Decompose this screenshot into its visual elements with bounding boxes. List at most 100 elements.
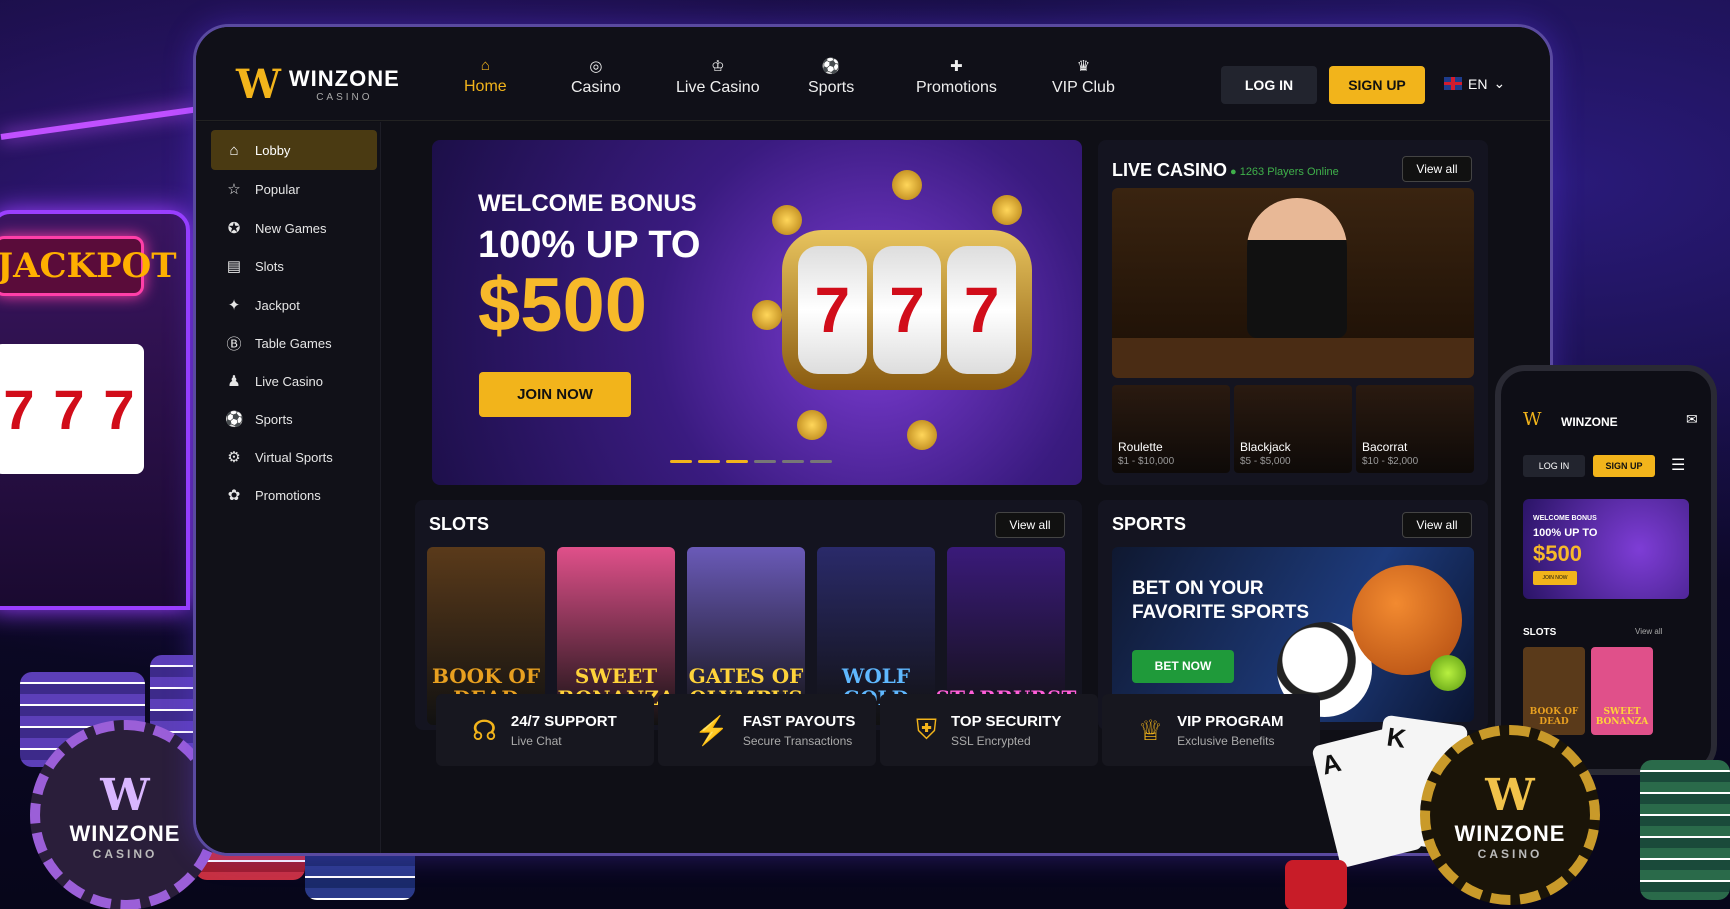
hero-line2: 100% UP TO	[478, 224, 701, 266]
tennis-ball-image	[1430, 655, 1466, 691]
hamburger-menu-icon[interactable]: ☰	[1671, 455, 1685, 475]
live-table-roulette[interactable]: Roulette $1 - $10,000	[1112, 385, 1230, 473]
sidebar-item-label: Jackpot	[255, 297, 300, 313]
carousel-dot[interactable]	[698, 460, 720, 463]
language-selector[interactable]: EN ⌄	[1444, 75, 1505, 92]
jackpot-sign: JACKPOT	[0, 236, 177, 296]
phone-hero-banner[interactable]: WELCOME BONUS 100% UP TO $500 JOIN NOW	[1523, 499, 1689, 599]
phone-logo: WINZONE	[1561, 415, 1618, 429]
language-label: EN	[1468, 75, 1488, 92]
carousel-dot[interactable]	[670, 460, 692, 463]
live-table-baccarat[interactable]: Bacorrat $10 - $2,000	[1356, 385, 1474, 473]
feature-title: TOP SECURITY	[951, 712, 1062, 730]
carousel-indicators	[670, 460, 832, 463]
sports-headline-line2: FAVORITE SPORTS	[1132, 602, 1310, 623]
hero-line1: WELCOME BONUS	[478, 190, 697, 217]
bet-now-button[interactable]: BET NOW	[1132, 650, 1234, 683]
nav-label: Live Casino	[676, 79, 760, 96]
star-icon: ☆	[227, 181, 241, 198]
nav-label: Promotions	[916, 79, 997, 96]
sidebar-item-label: Popular	[255, 181, 300, 197]
table-limit: $5 - $5,000	[1240, 456, 1291, 467]
chip-sub: CASINO	[1477, 846, 1543, 861]
sports-headline: BET ON YOUR FAVORITE SPORTS	[1132, 577, 1309, 625]
sidebar-item-label: New Games	[255, 220, 327, 236]
signup-button[interactable]: SIGN UP	[1329, 66, 1425, 104]
sidebar-item-jackpot[interactable]: ✦ Jackpot	[211, 285, 377, 325]
phone-mockup: W WINZONE ✉ LOG IN SIGN UP ☰ WELCOME BON…	[1495, 365, 1717, 775]
nav-sports[interactable]: ⚽ Sports	[808, 57, 854, 97]
phone-login-button[interactable]: LOG IN	[1523, 455, 1585, 477]
reel-symbol: 7	[53, 377, 85, 441]
phone-view-all[interactable]: View all	[1635, 627, 1662, 636]
sidebar-item-live-casino[interactable]: ♟ Live Casino	[211, 361, 377, 401]
phone-hero-line2: 100% UP TO	[1533, 527, 1598, 539]
table-games-icon: Ⓑ	[226, 335, 242, 353]
reel-symbol: 7	[798, 246, 867, 374]
sidebar-item-promotions[interactable]: ✿ Promotions	[211, 475, 377, 515]
slot-reels: 7 7 7	[0, 344, 144, 474]
nav-vip-club[interactable]: ♛ VIP Club	[1052, 57, 1115, 97]
uk-flag-icon	[1444, 77, 1462, 90]
lightning-icon: ⚡	[694, 714, 729, 746]
carousel-dot[interactable]	[810, 460, 832, 463]
nav-home[interactable]: ⌂ Home	[458, 57, 513, 146]
carousel-dot[interactable]	[754, 460, 776, 463]
login-button[interactable]: LOG IN	[1221, 66, 1317, 104]
winzone-chip-left: W WINZONE CASINO	[30, 720, 220, 909]
promotions-icon: ✿	[227, 487, 241, 504]
phone-slots-title: SLOTS	[1523, 627, 1557, 638]
sidebar-item-virtual-sports[interactable]: ⚙ Virtual Sports	[211, 437, 377, 477]
sidebar-item-popular[interactable]: ☆ Popular	[211, 169, 377, 209]
sidebar-item-slots[interactable]: ▤ Slots	[211, 246, 377, 286]
feature-payouts: ⚡ FAST PAYOUTS Secure Transactions	[658, 694, 876, 766]
section-title: LIVE CASINO	[1112, 160, 1228, 180]
live-table-blackjack[interactable]: Blackjack $5 - $5,000	[1234, 385, 1352, 473]
chip-sub: CASINO	[92, 846, 158, 861]
casino-chip-icon: ◎	[589, 58, 603, 75]
view-all-button[interactable]: View all	[1402, 156, 1472, 182]
feature-title: FAST PAYOUTS	[742, 712, 856, 730]
phone-hero-amount: $500	[1533, 541, 1582, 566]
phone-game-tile[interactable]: BOOK OF DEAD	[1523, 647, 1585, 735]
carousel-dot[interactable]	[726, 460, 748, 463]
nav-label: Home	[464, 78, 507, 95]
chevron-down-icon: ⌄	[1493, 75, 1506, 91]
phone-signup-button[interactable]: SIGN UP	[1593, 455, 1655, 477]
view-all-button[interactable]: View all	[995, 512, 1065, 538]
carousel-dot[interactable]	[782, 460, 804, 463]
gaming-table	[1112, 338, 1474, 378]
nav-label: Casino	[571, 79, 621, 96]
mail-icon[interactable]: ✉	[1686, 411, 1698, 428]
top-navigation: W WINZONE CASINO ⌂ Home ◎ Casino ♔ Live …	[196, 27, 1550, 146]
hero-amount: $500	[478, 263, 648, 348]
feature-subtitle: SSL Encrypted	[951, 733, 1031, 748]
table-name: Bacorrat	[1362, 440, 1408, 454]
featured-live-table[interactable]	[1112, 188, 1474, 378]
chip-logo-mark: W	[100, 769, 150, 821]
join-now-button[interactable]: JOIN NOW	[479, 372, 631, 417]
sidebar-item-table-games[interactable]: Ⓑ Table Games	[211, 323, 377, 363]
nav-casino[interactable]: ◎ Casino	[571, 57, 621, 97]
table-limit: $1 - $10,000	[1118, 456, 1175, 467]
section-title: SPORTS	[1112, 514, 1187, 534]
nav-label: VIP Club	[1052, 79, 1115, 96]
nav-live-casino[interactable]: ♔ Live Casino	[676, 57, 760, 97]
chip-name: WINZONE	[69, 820, 181, 846]
crown-icon: ♛	[1076, 58, 1091, 75]
phone-join-button[interactable]: JOIN NOW	[1533, 571, 1577, 585]
nav-promotions[interactable]: ✚ Promotions	[916, 57, 997, 97]
logo[interactable]: W WINZONE CASINO	[236, 61, 400, 108]
phone-game-tile[interactable]: SWEET BONANZA	[1591, 647, 1653, 735]
live-casino-icon: ♔	[711, 58, 725, 75]
sidebar-item-sports[interactable]: ⚽ Sports	[211, 399, 377, 439]
new-games-icon: ✪	[227, 220, 241, 237]
view-all-button[interactable]: View all	[1402, 512, 1472, 538]
sidebar-item-lobby[interactable]: ⌂ Lobby	[211, 130, 377, 170]
coin-decor	[892, 170, 922, 200]
home-icon: ⌂	[480, 57, 490, 74]
sidebar-item-new-games[interactable]: ✪ New Games	[211, 208, 377, 248]
virtual-sports-icon: ⚙	[227, 449, 241, 466]
welcome-bonus-banner[interactable]: WELCOME BONUS 100% UP TO $500 JOIN NOW 7…	[432, 140, 1082, 485]
jackpot-icon: ✦	[227, 297, 241, 314]
